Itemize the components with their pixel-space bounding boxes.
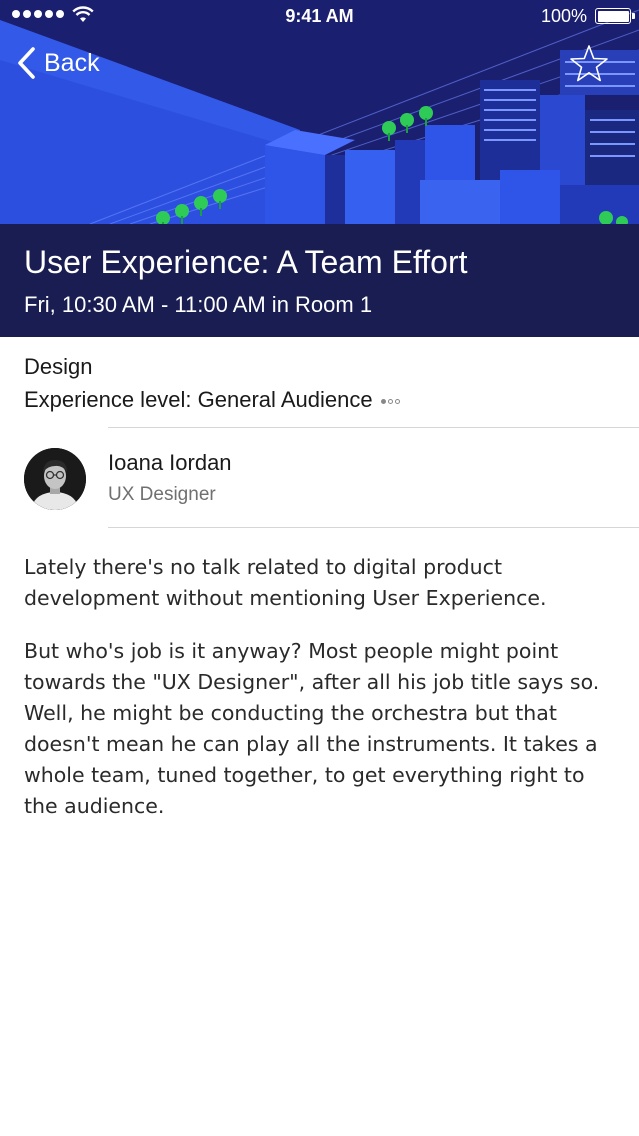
level-dot (380, 398, 386, 404)
star-outline-icon (570, 45, 608, 82)
level-dot (394, 398, 400, 404)
speaker-role: UX Designer (108, 484, 216, 505)
avatar (24, 448, 86, 510)
session-time: Fri, 10:30 AM - 11:00 AM in Room 1 (24, 292, 373, 317)
speaker-row[interactable]: Ioana Iordan UX Designer (24, 448, 639, 512)
level-indicator-icon (380, 398, 400, 404)
experience-level-row: Experience level: General Audience (24, 385, 624, 415)
speaker-name: Ioana Iordan (108, 450, 232, 475)
session-title: User Experience: A Team Effort (24, 244, 468, 280)
divider (108, 427, 639, 428)
session-detail-screen: 9:41 AM 100% Back User Experience: A Tea… (0, 0, 639, 1136)
back-label: Back (44, 48, 100, 77)
session-header: User Experience: A Team Effort Fri, 10:3… (0, 224, 639, 337)
divider (108, 527, 639, 528)
chevron-left-icon (18, 47, 35, 79)
favorite-button[interactable] (569, 44, 609, 89)
session-description: Lately there's no talk related to digita… (24, 552, 624, 844)
description-paragraph: But who's job is it anyway? Most people … (24, 639, 600, 818)
battery-icon (595, 8, 635, 24)
status-bar: 9:41 AM 100% (0, 0, 639, 34)
description-paragraph: Lately there's no talk related to digita… (24, 555, 547, 610)
hero-banner: 9:41 AM 100% Back (0, 0, 639, 224)
session-meta: Design Experience level: General Audienc… (24, 352, 624, 415)
battery-percent: 100% (540, 6, 587, 26)
level-dot (387, 398, 393, 404)
back-button[interactable]: Back (16, 46, 100, 80)
session-track: Design (24, 354, 93, 379)
experience-level: Experience level: General Audience (24, 387, 373, 412)
